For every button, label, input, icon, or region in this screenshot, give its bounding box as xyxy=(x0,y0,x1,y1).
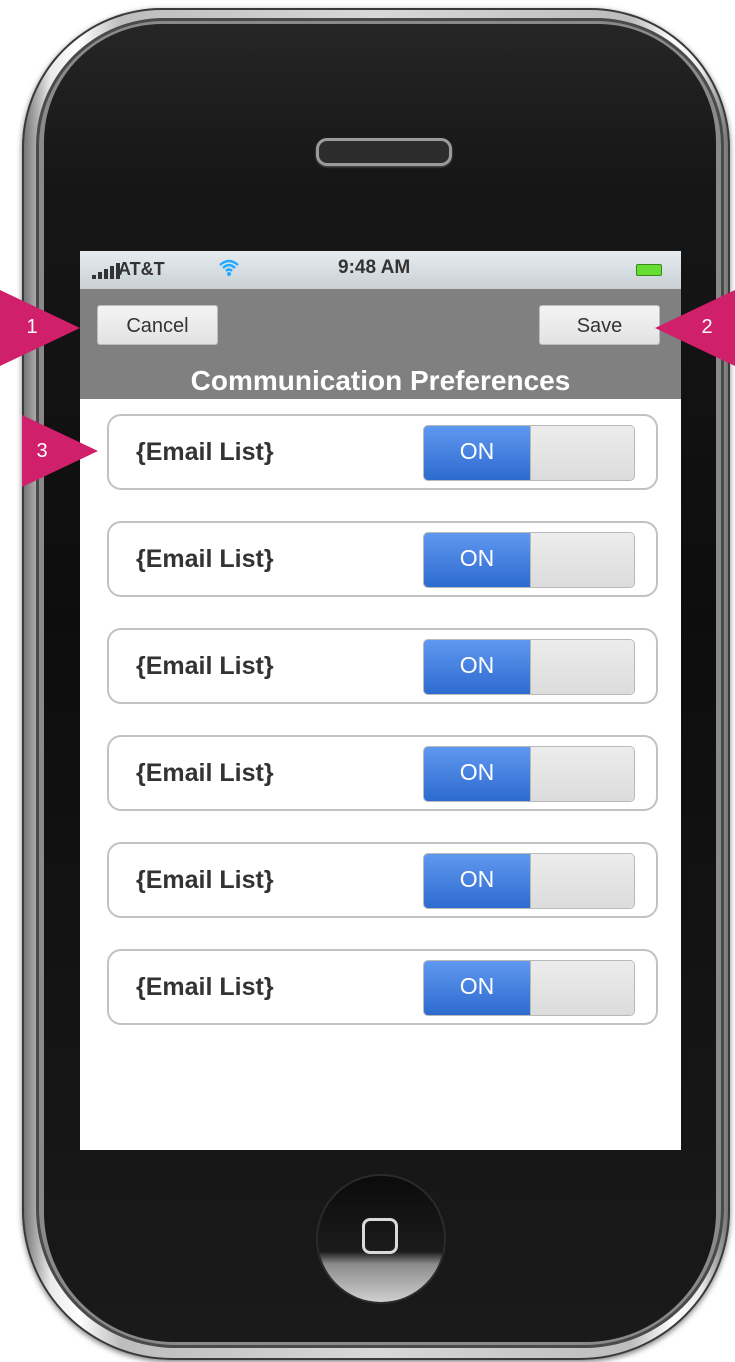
toggle-switch[interactable]: ON xyxy=(423,853,635,909)
toggle-thumb[interactable] xyxy=(530,640,634,694)
list-item: {Email List} ON xyxy=(107,842,658,918)
toggle-switch[interactable]: ON xyxy=(423,960,635,1016)
list-item-label: {Email List} xyxy=(136,866,274,894)
home-square-icon xyxy=(362,1218,398,1254)
status-time: 9:48 AM xyxy=(338,257,411,278)
list-item: {Email List} ON xyxy=(107,735,658,811)
list-item: {Email List} ON xyxy=(107,414,658,490)
navigation-bar: Cancel Save Communication Preferences xyxy=(80,289,681,399)
list-item-label: {Email List} xyxy=(136,973,274,1001)
carrier-name: AT&T xyxy=(118,259,165,279)
toggle-on-label: ON xyxy=(424,533,530,587)
list-item-label: {Email List} xyxy=(136,545,274,573)
list-item: {Email List} ON xyxy=(107,521,658,597)
toggle-thumb[interactable] xyxy=(530,854,634,908)
signal-bars-icon xyxy=(92,263,120,279)
email-list: {Email List} ON {Email List} ON {Email L… xyxy=(107,414,658,1056)
toggle-thumb[interactable] xyxy=(530,961,634,1015)
battery-icon xyxy=(636,264,662,276)
toggle-on-label: ON xyxy=(424,640,530,694)
list-item-label: {Email List} xyxy=(136,759,274,787)
toggle-on-label: ON xyxy=(424,961,530,1015)
toggle-on-label: ON xyxy=(424,747,530,801)
list-item: {Email List} ON xyxy=(107,628,658,704)
status-bar: AT&T 9:48 AM xyxy=(80,251,681,290)
save-button[interactable]: Save xyxy=(539,305,660,345)
toggle-on-label: ON xyxy=(424,426,530,480)
toggle-switch[interactable]: ON xyxy=(423,639,635,695)
toggle-switch[interactable]: ON xyxy=(423,746,635,802)
callout-number-2: 2 xyxy=(701,316,713,338)
toggle-thumb[interactable] xyxy=(530,426,634,480)
toggle-thumb[interactable] xyxy=(530,747,634,801)
cancel-button[interactable]: Cancel xyxy=(97,305,218,345)
wifi-icon xyxy=(218,257,240,283)
toggle-switch[interactable]: ON xyxy=(423,532,635,588)
toggle-on-label: ON xyxy=(424,854,530,908)
list-item-label: {Email List} xyxy=(136,652,274,680)
toggle-switch[interactable]: ON xyxy=(423,425,635,481)
speaker-grille xyxy=(316,138,452,166)
page-title: Communication Preferences xyxy=(190,365,571,396)
callout-number-3: 3 xyxy=(36,440,48,462)
list-item: {Email List} ON xyxy=(107,949,658,1025)
phone-screen: AT&T 9:48 AM Cancel Save Communication P… xyxy=(80,251,681,1150)
callout-arrow-2 xyxy=(655,290,735,366)
list-item-label: {Email List} xyxy=(136,438,274,466)
toggle-thumb[interactable] xyxy=(530,533,634,587)
callout-number-1: 1 xyxy=(26,316,38,338)
